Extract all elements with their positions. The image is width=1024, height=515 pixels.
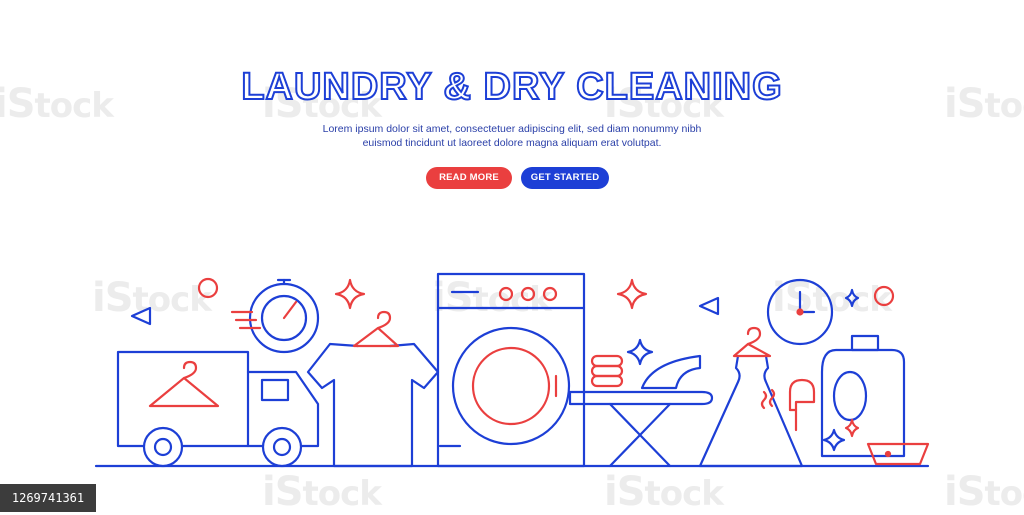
sparkle-icon bbox=[822, 428, 846, 452]
t-shirt-icon bbox=[306, 342, 440, 468]
stock-id-label: 1269741361 bbox=[0, 484, 96, 512]
stopwatch-icon bbox=[248, 278, 320, 354]
ironing-board-icon bbox=[568, 390, 714, 468]
detergent-bottle-icon bbox=[820, 334, 906, 458]
circle-icon bbox=[873, 285, 895, 307]
sparkle-icon bbox=[626, 338, 654, 366]
iron-icon bbox=[640, 354, 702, 390]
sparkle-icon bbox=[844, 288, 860, 308]
hanger-icon bbox=[732, 326, 772, 358]
hanger-icon bbox=[352, 310, 400, 348]
dress-icon bbox=[698, 354, 804, 468]
triangle-icon bbox=[698, 296, 720, 316]
hanger-icon bbox=[148, 360, 220, 408]
stopwatch-hand bbox=[282, 300, 298, 320]
sparkle-icon bbox=[844, 418, 860, 438]
washer-drum bbox=[471, 346, 551, 426]
hair-dryer-icon bbox=[788, 378, 816, 432]
laundry-illustration bbox=[94, 272, 930, 468]
triangle-icon bbox=[130, 306, 152, 326]
sparkle-icon bbox=[616, 278, 648, 310]
delivery-truck-icon bbox=[116, 350, 320, 468]
sparkle-icon bbox=[334, 278, 366, 310]
circle-icon bbox=[197, 277, 219, 299]
washing-machine-icon bbox=[436, 272, 586, 468]
laundry-basin-icon bbox=[866, 442, 930, 466]
folded-towels-icon bbox=[590, 354, 624, 388]
